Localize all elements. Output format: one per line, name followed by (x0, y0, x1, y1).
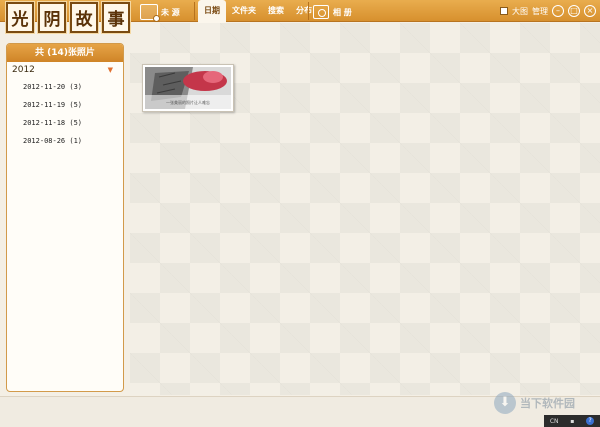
tab-search[interactable]: 搜索 (262, 0, 290, 22)
minimize-icon[interactable]: – (552, 5, 564, 17)
watermark: ⬇ 当下软件园 (494, 389, 598, 417)
logo-char: 阴 (37, 1, 67, 34)
app-logo: 光 阴 故 事 (5, 1, 132, 35)
separator (194, 2, 195, 20)
view-tabs: 日期 文件夹 搜索 分布 (198, 0, 318, 23)
import-folder-icon (140, 4, 160, 22)
download-icon: ⬇ (494, 392, 516, 414)
year-group[interactable]: 2012 ▼ (7, 62, 123, 78)
import-label: 未 源 (161, 7, 180, 17)
window-controls: 大图 管理 – □ × (500, 3, 596, 19)
large-image-label: 大图 (512, 6, 528, 16)
album-button[interactable]: 相 册 (313, 2, 352, 22)
logo-char: 事 (101, 1, 131, 34)
date-item[interactable]: 2012-11-19 (5) (7, 96, 123, 114)
expand-arrow-icon[interactable]: ▼ (108, 62, 113, 78)
tab-date[interactable]: 日期 (198, 0, 226, 23)
import-button[interactable]: 未 源 (140, 2, 192, 22)
help-icon[interactable]: ? (586, 417, 595, 425)
top-bar: 光 阴 故 事 未 源 日期 文件夹 搜索 分布 相 册 大图 管理 – □ × (0, 0, 600, 34)
camera-icon (313, 5, 329, 19)
photo-thumbnail[interactable]: 一张美丽的照片让人难忘 (142, 64, 234, 112)
date-item[interactable]: 2012-11-18 (5) (7, 114, 123, 132)
album-label: 相 册 (333, 7, 352, 17)
tray-icon[interactable]: ▪ (570, 418, 574, 425)
date-sidebar: 共 (14)张照片 2012 ▼ 2012-11-20 (3) 2012-11-… (6, 43, 124, 392)
photo-count-title: 共 (14)张照片 (7, 44, 123, 62)
large-image-checkbox[interactable] (500, 7, 508, 15)
photo-caption: 一张美丽的照片让人难忘 (166, 99, 210, 105)
date-item[interactable]: 2012-11-20 (3) (7, 78, 123, 96)
date-item[interactable]: 2012-08-26 (1) (7, 132, 123, 150)
manage-link[interactable]: 管理 (532, 6, 548, 17)
logo-char: 光 (5, 1, 35, 34)
system-tray: CN ▪ ? (544, 415, 600, 427)
input-language[interactable]: CN (550, 418, 559, 425)
logo-char: 故 (69, 1, 99, 34)
close-icon[interactable]: × (584, 5, 596, 17)
restore-icon[interactable]: □ (568, 5, 580, 17)
year-label: 2012 (12, 65, 35, 75)
watermark-text: 当下软件园 (520, 397, 575, 410)
tab-folder[interactable]: 文件夹 (226, 0, 262, 22)
separator (308, 2, 309, 20)
photo-image: 一张美丽的照片让人难忘 (145, 67, 231, 109)
